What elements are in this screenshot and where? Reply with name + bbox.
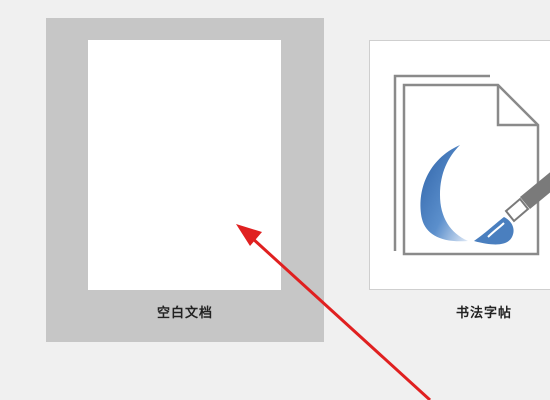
calligraphy-thumbnail[interactable] [369, 40, 550, 290]
blank-document-thumbnail[interactable] [88, 40, 281, 290]
template-gallery: 空白文档 书法字帖 [0, 0, 550, 400]
template-card-blank-document[interactable]: 空白文档 [46, 18, 324, 342]
template-card-calligraphy[interactable]: 书法字帖 [324, 18, 550, 342]
calligraphy-document-icon [393, 74, 550, 256]
template-label-blank-document: 空白文档 [156, 306, 213, 321]
template-label-calligraphy: 书法字帖 [455, 306, 512, 321]
